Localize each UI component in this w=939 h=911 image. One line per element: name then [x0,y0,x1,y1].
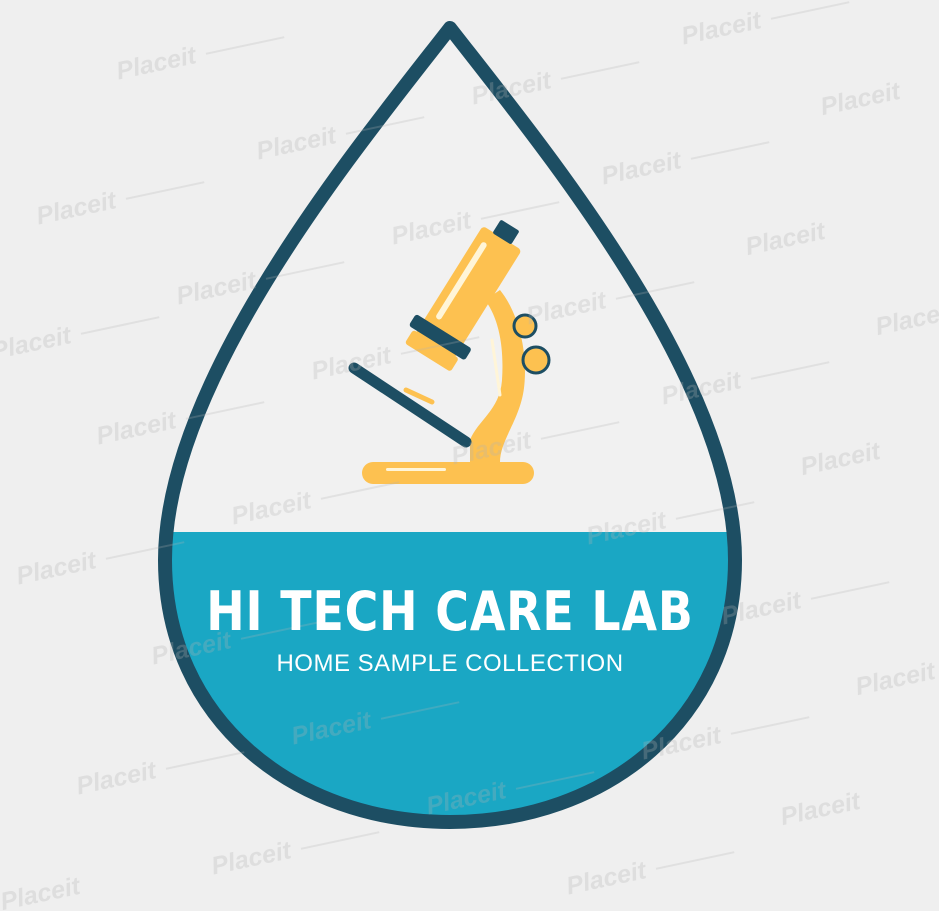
water-drop-shape [158,21,742,829]
brand-name: HI TECH CARE LAB [206,580,694,643]
logo-canvas: Placeit Placeit Placeit Placeit Placeit … [0,0,939,911]
logo-graphic [158,21,742,829]
brand-tagline: HOME SAMPLE COLLECTION [276,650,624,677]
